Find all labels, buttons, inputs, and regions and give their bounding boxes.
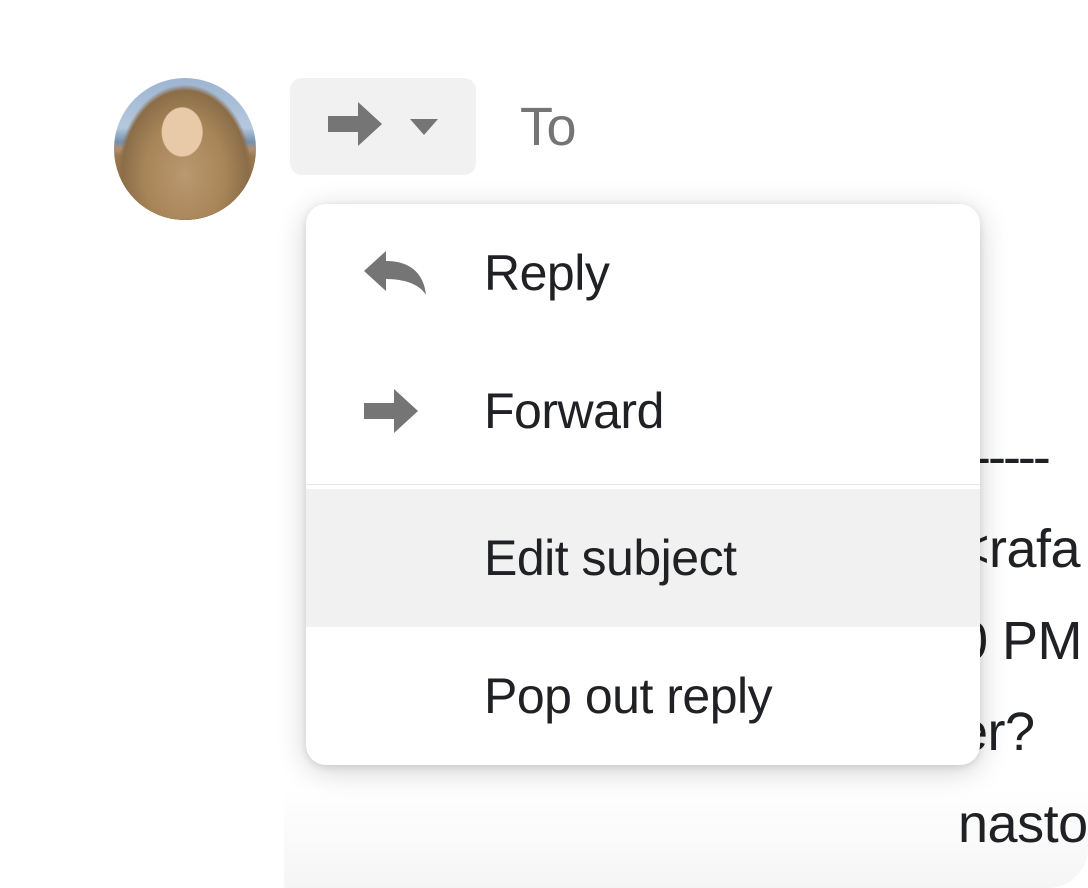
forward-icon: [328, 102, 382, 151]
to-field-label: To: [520, 96, 576, 158]
menu-item-label: Reply: [484, 244, 980, 302]
menu-item-forward[interactable]: Forward: [306, 342, 980, 480]
quoted-body: nasto: [958, 779, 1088, 871]
app-frame: To ------ <rafa 0 PM er? nasto Reply: [0, 0, 1088, 888]
reply-icon: [364, 251, 484, 295]
chevron-down-icon: [410, 119, 438, 135]
reply-options-menu: Reply Forward Edit subject Pop out reply: [306, 204, 980, 765]
content-frame: To ------ <rafa 0 PM er? nasto Reply: [24, 0, 1088, 888]
avatar: [114, 78, 256, 220]
forward-mode-button[interactable]: [290, 78, 476, 175]
menu-item-edit-subject[interactable]: Edit subject: [306, 489, 980, 627]
menu-divider: [306, 484, 980, 485]
menu-item-label: Edit subject: [484, 529, 980, 587]
menu-item-label: Pop out reply: [484, 667, 980, 725]
menu-item-reply[interactable]: Reply: [306, 204, 980, 342]
compose-header: To: [290, 78, 1088, 175]
avatar-image: [114, 78, 256, 220]
forward-icon: [364, 389, 484, 433]
menu-item-pop-out-reply[interactable]: Pop out reply: [306, 627, 980, 765]
menu-item-label: Forward: [484, 382, 980, 440]
